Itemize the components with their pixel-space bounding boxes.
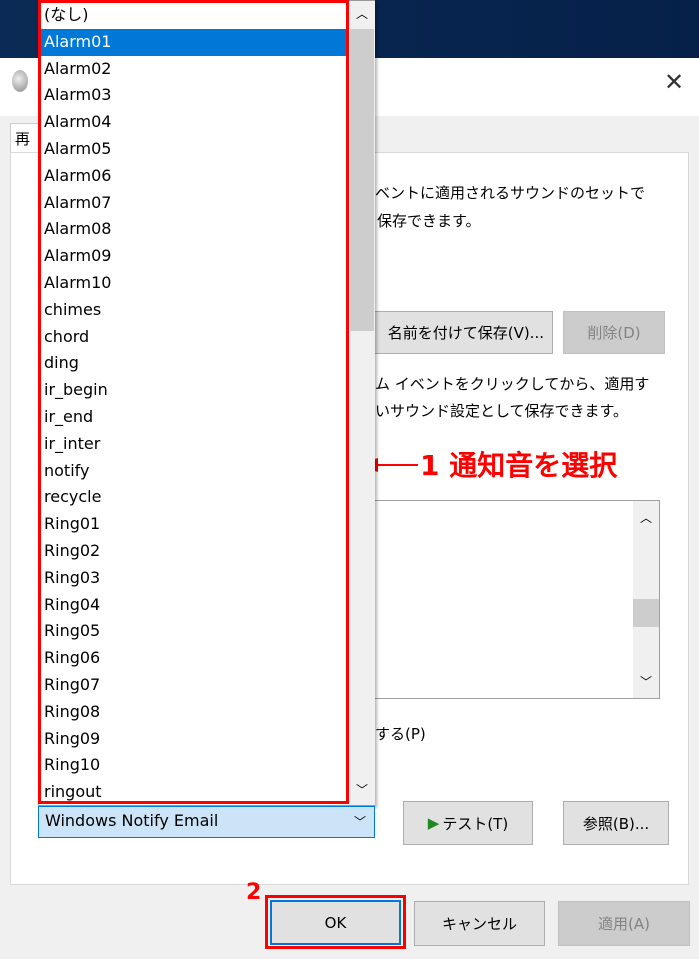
combobox-value: Windows Notify Email (45, 811, 219, 830)
sound-combobox[interactable]: Windows Notify Email ﹀ (38, 806, 375, 838)
highlight-box (38, 0, 349, 804)
highlight-box (265, 895, 406, 949)
sound-events-list[interactable]: ︿ ﹀ (355, 500, 660, 699)
delete-button[interactable]: 削除(D) (563, 311, 665, 354)
description-line: ベントに適用されるサウンドのセットで (375, 184, 646, 202)
chevron-up-icon[interactable]: ︿ (640, 509, 652, 526)
test-button[interactable]: ▶ テスト(T) (403, 801, 533, 845)
description-line: ム イベントをクリックしてから、適用す (375, 375, 650, 393)
browse-button[interactable]: 参照(B)... (563, 801, 669, 845)
scrollbar[interactable]: ︿ ﹀ (349, 1, 375, 805)
close-icon[interactable]: ✕ (664, 68, 684, 96)
apply-button[interactable]: 適用(A) (558, 901, 690, 946)
cancel-button[interactable]: キャンセル (414, 901, 545, 946)
speaker-icon (12, 70, 28, 92)
description-line: いサウンド設定として保存できます。 (375, 402, 629, 420)
test-label: テスト(T) (442, 814, 509, 833)
tab-label: 再 (15, 130, 31, 148)
checkbox-label[interactable]: する(P) (375, 723, 426, 744)
description-line: 保存できます。 (377, 212, 481, 230)
scrollbar[interactable]: ︿ ﹀ (633, 501, 659, 698)
scrollbar-thumb[interactable] (633, 599, 659, 627)
tab-playback[interactable]: 再 (10, 123, 40, 153)
chevron-down-icon[interactable]: ﹀ (354, 813, 366, 830)
chevron-down-icon[interactable]: ﹀ (356, 781, 368, 798)
chevron-up-icon[interactable]: ︿ (356, 5, 368, 22)
step1-annotation: 1 通知音を選択 (420, 449, 618, 482)
step2-annotation: 2 (246, 880, 262, 905)
play-icon: ▶ (427, 814, 440, 832)
chevron-down-icon[interactable]: ﹀ (640, 673, 652, 690)
scrollbar-thumb[interactable] (350, 29, 374, 331)
save-as-button[interactable]: 名前を付けて保存(V)... (345, 311, 553, 354)
